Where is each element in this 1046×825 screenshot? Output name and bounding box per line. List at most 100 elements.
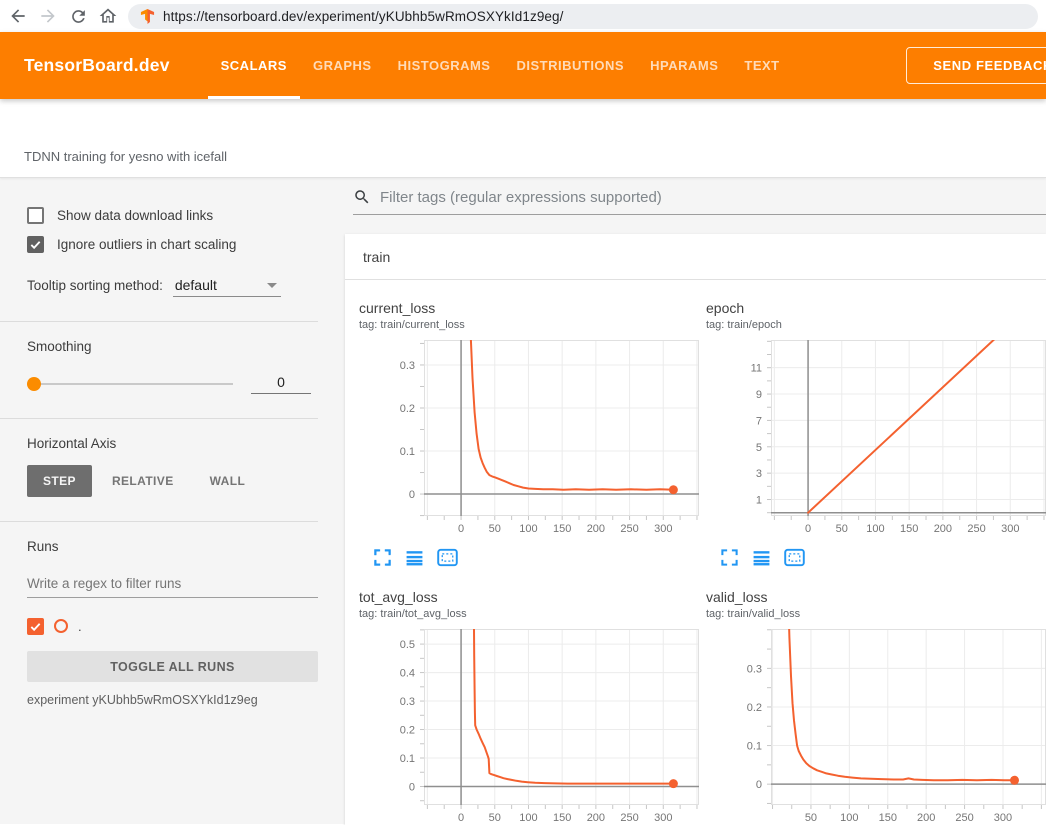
chevron-down-icon	[267, 283, 277, 288]
home-icon[interactable]	[98, 6, 118, 26]
svg-text:0: 0	[409, 489, 415, 501]
svg-text:0.3: 0.3	[400, 696, 415, 708]
filter-tags-input[interactable]	[380, 189, 1046, 206]
svg-text:100: 100	[866, 523, 884, 535]
svg-text:100: 100	[519, 812, 537, 824]
axis-wall-button[interactable]: WALL	[194, 465, 262, 497]
checkbox-label: Show data download links	[57, 208, 213, 223]
divider	[0, 418, 318, 419]
svg-text:0: 0	[756, 779, 762, 791]
checkbox-icon[interactable]	[27, 207, 44, 224]
run-checkbox[interactable]	[27, 618, 44, 635]
sidebar: Show data download links Ignore outliers…	[0, 178, 345, 824]
run-row: .	[27, 614, 318, 638]
svg-text:150: 150	[553, 812, 571, 824]
svg-text:0.2: 0.2	[400, 724, 415, 736]
tab-hparams[interactable]: HPARAMS	[637, 32, 731, 99]
toggle-all-runs-button[interactable]: TOGGLE ALL RUNS	[27, 651, 318, 682]
chart-title: valid_loss	[706, 589, 1046, 606]
fit-domain-icon[interactable]	[437, 548, 456, 567]
svg-text:50: 50	[489, 523, 501, 535]
svg-text:50: 50	[805, 812, 817, 824]
svg-text:50: 50	[489, 812, 501, 824]
chart-tag: tag: train/epoch	[706, 319, 1046, 331]
train-section-card: train current_loss tag: train/current_lo…	[345, 234, 1046, 825]
train-section-header[interactable]: train	[345, 234, 1046, 280]
forward-icon[interactable]	[38, 6, 58, 26]
url-text: https://tensorboard.dev/experiment/yKUbh…	[163, 9, 564, 24]
tab-text[interactable]: TEXT	[731, 32, 792, 99]
show-download-links-checkbox[interactable]: Show data download links	[27, 204, 318, 226]
divider	[0, 321, 318, 322]
svg-text:0.3: 0.3	[747, 663, 762, 675]
line-chart[interactable]: 0501001502002503001357911	[706, 340, 1046, 543]
chart-valid-loss: valid_loss tag: train/valid_loss 5010015…	[706, 589, 1046, 825]
divider	[0, 521, 318, 522]
line-chart[interactable]: 05010015020025030000.10.20.3	[359, 340, 699, 543]
svg-text:11: 11	[751, 362, 762, 374]
chart-current-loss: current_loss tag: train/current_loss 0 50…	[359, 300, 699, 567]
checkbox-label: Ignore outliers in chart scaling	[57, 237, 236, 252]
axis-step-button[interactable]: STEP	[27, 465, 92, 497]
fullscreen-icon[interactable]	[373, 548, 392, 567]
chart-epoch: epoch tag: train/epoch 05010015020025030…	[706, 300, 1046, 567]
svg-text:300: 300	[654, 523, 672, 535]
slider-thumb[interactable]	[27, 377, 41, 391]
log-scale-icon[interactable]	[752, 548, 771, 567]
chart-title: epoch	[706, 300, 1046, 317]
chart-toolbar	[720, 548, 1046, 567]
runs-label: Runs	[27, 539, 318, 554]
run-color-swatch[interactable]	[54, 619, 68, 633]
tooltip-sorting-row: Tooltip sorting method: default	[27, 277, 318, 297]
fullscreen-icon[interactable]	[720, 548, 739, 567]
back-icon[interactable]	[8, 6, 28, 26]
svg-text:250: 250	[620, 812, 638, 824]
chart-title: tot_avg_loss	[359, 589, 699, 606]
line-chart[interactable]: 5010015020025030000.10.20.3	[706, 629, 1046, 825]
svg-text:0.4: 0.4	[400, 667, 415, 679]
filter-tags-row	[353, 188, 1046, 215]
axis-relative-button[interactable]: RELATIVE	[96, 465, 190, 497]
tooltip-sorting-select[interactable]: default	[173, 277, 281, 297]
svg-text:0: 0	[409, 781, 415, 793]
charts-grid: current_loss tag: train/current_loss 0 50…	[345, 280, 1046, 825]
tooltip-sorting-label: Tooltip sorting method:	[27, 278, 163, 293]
chart-title: current_loss	[359, 300, 699, 317]
svg-text:7: 7	[756, 415, 762, 427]
svg-text:9: 9	[756, 389, 762, 401]
tab-graphs[interactable]: GRAPHS	[300, 32, 385, 99]
experiment-id-label: experiment yKUbhb5wRmOSXYkId1z9eg	[27, 693, 318, 707]
fit-domain-icon[interactable]	[784, 548, 803, 567]
reload-icon[interactable]	[68, 6, 88, 26]
url-bar[interactable]: https://tensorboard.dev/experiment/yKUbh…	[128, 4, 1038, 29]
svg-text:300: 300	[1001, 523, 1019, 535]
nav-tabs: SCALARS GRAPHS HISTOGRAMS DISTRIBUTIONS …	[208, 32, 793, 99]
tab-scalars[interactable]: SCALARS	[208, 32, 300, 99]
svg-text:250: 250	[967, 523, 985, 535]
app-header: TensorBoard.dev SCALARS GRAPHS HISTOGRAM…	[0, 32, 1046, 99]
ignore-outliers-checkbox[interactable]: Ignore outliers in chart scaling	[27, 233, 318, 255]
svg-text:0.2: 0.2	[747, 702, 762, 714]
chart-tag: tag: train/tot_avg_loss	[359, 608, 699, 620]
send-feedback-button[interactable]: SEND FEEDBACK	[906, 47, 1046, 84]
chart-tag: tag: train/valid_loss	[706, 608, 1046, 620]
svg-text:150: 150	[553, 523, 571, 535]
tab-histograms[interactable]: HISTOGRAMS	[385, 32, 504, 99]
smoothing-value-input[interactable]: 0	[251, 374, 311, 394]
svg-text:50: 50	[836, 523, 848, 535]
svg-text:200: 200	[587, 812, 605, 824]
runs-filter-input[interactable]	[27, 572, 318, 598]
svg-text:100: 100	[519, 523, 537, 535]
smoothing-slider[interactable]	[27, 383, 233, 385]
smoothing-label: Smoothing	[27, 339, 318, 354]
checkbox-checked-icon[interactable]	[27, 236, 44, 253]
subheader: TDNN training for yesno with icefall	[0, 99, 1046, 178]
log-scale-icon[interactable]	[405, 548, 424, 567]
chart-tag: tag: train/current_loss	[359, 319, 699, 331]
svg-text:0: 0	[458, 523, 464, 535]
horizontal-axis-buttons: STEP RELATIVE WALL	[27, 465, 318, 497]
svg-text:300: 300	[654, 812, 672, 824]
svg-text:250: 250	[620, 523, 638, 535]
line-chart[interactable]: 05010015020025030000.10.20.30.40.5	[359, 629, 699, 825]
tab-distributions[interactable]: DISTRIBUTIONS	[503, 32, 637, 99]
